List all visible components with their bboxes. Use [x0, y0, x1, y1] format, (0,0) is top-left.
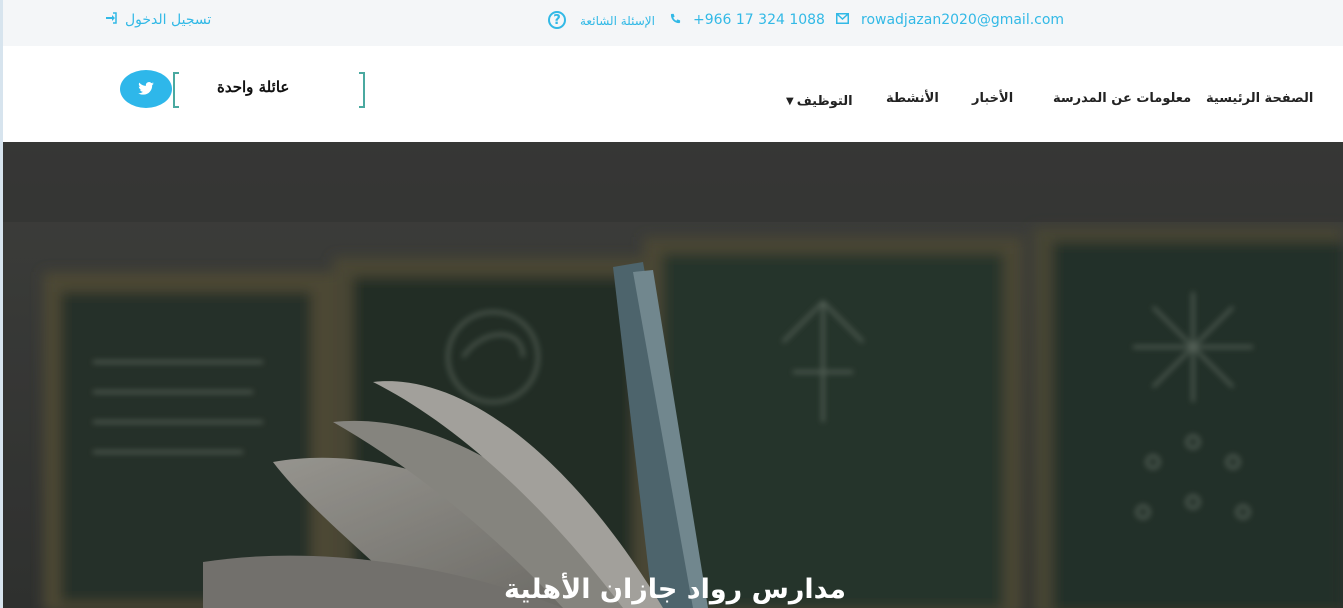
top-contact-bar: تسجيل الدخول ? الإسئلة الشائعة +966 17 3… [3, 0, 1343, 46]
envelope-icon [836, 12, 849, 28]
sign-in-icon [105, 12, 117, 28]
login-link[interactable]: تسجيل الدخول [105, 0, 211, 40]
phone-icon [670, 13, 681, 28]
hero-background-image [3, 142, 1343, 608]
site-header: عائلة واحدة ▼ التوظيف الأنشطة الأخبار مع… [3, 46, 1343, 142]
hero-title: مدارس رواد جازان الأهلية [504, 574, 846, 605]
faq-link[interactable]: ? الإسئلة الشائعة [548, 0, 655, 40]
twitter-button[interactable] [120, 70, 172, 108]
nav-jobs-label: التوظيف [796, 93, 853, 109]
nav-item-about[interactable]: معلومات عن المدرسة [1053, 91, 1191, 111]
phone-number: +966 17 324 1088 [693, 12, 825, 28]
email-address: rowadjazan2020@gmail.com [861, 12, 1065, 28]
nav-item-home[interactable]: الصفحة الرئيسية [1206, 91, 1313, 111]
caret-down-icon: ▼ [786, 95, 794, 107]
login-label: تسجيل الدخول [125, 12, 212, 28]
logo-motto: عائلة واحدة [217, 78, 290, 96]
nav-item-jobs[interactable]: ▼ التوظيف [786, 91, 853, 111]
school-logo[interactable]: عائلة واحدة [173, 72, 365, 112]
logo-bracket-left [173, 72, 179, 108]
twitter-icon [138, 80, 154, 99]
logo-bracket-right [359, 72, 365, 108]
question-circle-icon: ? [548, 11, 566, 29]
nav-item-news[interactable]: الأخبار [972, 91, 1013, 111]
phone-contact[interactable]: +966 17 324 1088 [670, 0, 825, 40]
hero-banner: مدارس رواد جازان الأهلية [3, 142, 1343, 608]
email-contact[interactable]: rowadjazan2020@gmail.com [836, 0, 1064, 40]
nav-item-activities[interactable]: الأنشطة [886, 91, 939, 111]
faq-label: الإسئلة الشائعة [580, 14, 655, 28]
